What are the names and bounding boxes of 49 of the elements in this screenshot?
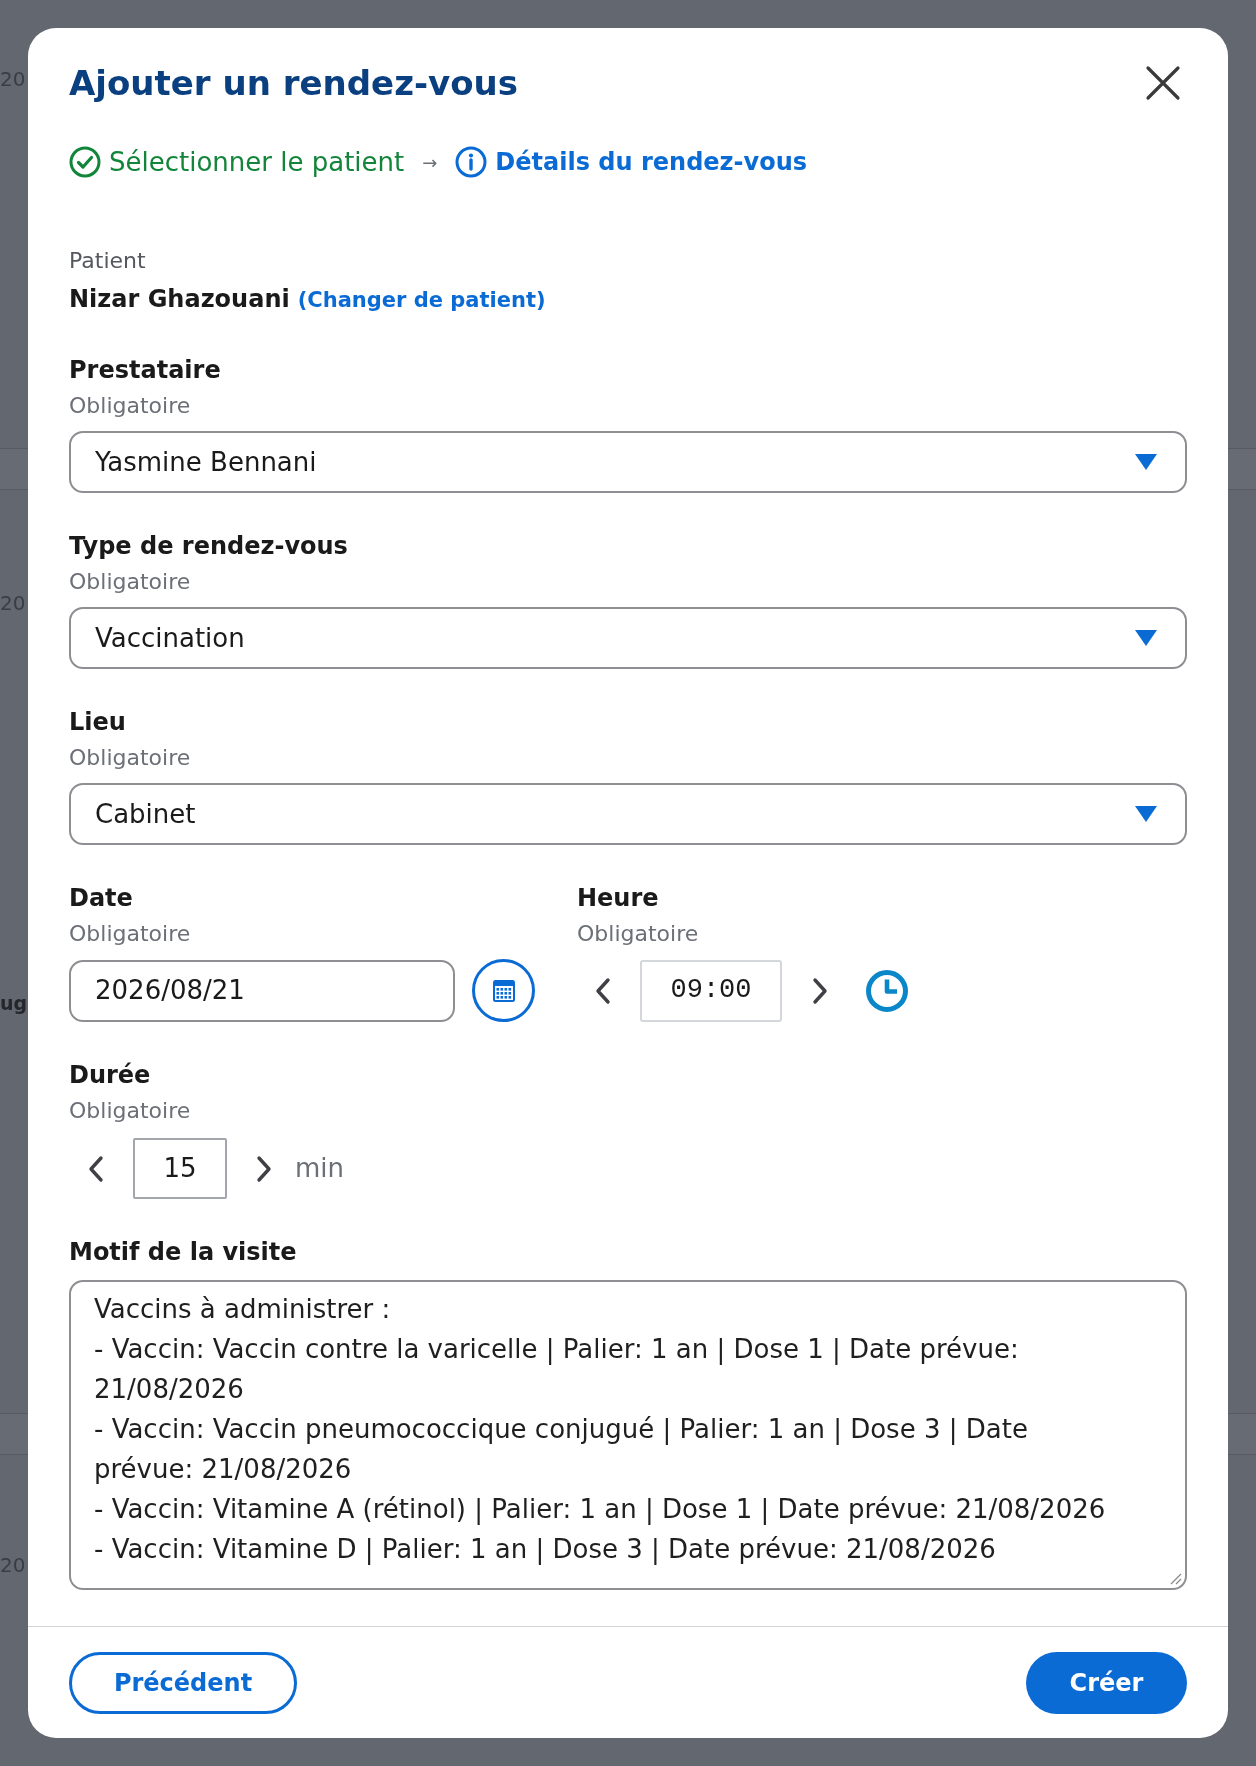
info-icon <box>455 146 488 178</box>
chevron-right-icon <box>811 976 829 1005</box>
field-label: Heure <box>577 883 659 914</box>
date-input-field[interactable]: 2026/08/21 <box>69 959 455 1022</box>
close-icon <box>1145 65 1181 101</box>
create-button[interactable]: Créer <box>1026 1652 1187 1714</box>
field-label: Durée <box>69 1060 151 1091</box>
field-label: Motif de la visite <box>69 1237 297 1268</box>
dropdown-field[interactable]: Cabinet <box>69 783 1187 845</box>
caret-down-icon <box>1135 806 1157 822</box>
field-label: Type de rendez-vous <box>69 531 348 562</box>
caret-down-icon <box>1135 454 1157 470</box>
step-arrow: → <box>422 150 438 175</box>
field-label: Date <box>69 883 133 914</box>
dropdown-field[interactable]: Yasmine Bennani <box>69 431 1187 493</box>
clock-icon <box>866 969 908 1012</box>
required-note: Obligatoire <box>69 568 191 596</box>
required-note: Obligatoire <box>69 744 191 772</box>
next-button[interactable] <box>811 976 829 1005</box>
unit-label: min <box>295 1152 345 1185</box>
time-input-field[interactable]: 09:00 <box>640 959 782 1022</box>
previous-button[interactable] <box>594 976 612 1005</box>
step-label: Sélectionner le patient <box>109 145 405 179</box>
resize-handle-icon[interactable] <box>1168 1571 1182 1585</box>
back-button[interactable]: Précédent <box>69 1652 297 1714</box>
calendar-icon <box>492 979 515 1002</box>
time-picker-button[interactable] <box>866 969 908 1012</box>
textarea-field[interactable]: Vaccins à administrer : - Vaccin: Vaccin contre la varicelle | Palier: 1 an | Dose 1 | Date prévue: 21/08/2026 - Vaccin: Vaccin pneumococcique conjugué | Palier: 1 an | Dose 3 | Date prévue: 21/08/2026 - Vaccin: Vitamine A (rétinol) | Palier: 1 an | Dose 1 | Date prévue: 21/08/2026 - Vaccin: Vitamine D | Palier: 1 an | Dose 3 | Date prévue: 21/08/2026 <box>69 1280 1187 1590</box>
chevron-left-icon <box>87 1154 105 1183</box>
background-text: ug <box>0 991 28 1016</box>
chevron-left-icon <box>594 976 612 1005</box>
patient-name: Nizar Ghazouani <box>69 284 290 315</box>
check-circle-icon <box>69 146 101 178</box>
change-patient-link[interactable]: (Changer de patient) <box>297 282 546 318</box>
increase-button[interactable] <box>255 1154 273 1183</box>
required-note: Obligatoire <box>577 920 699 948</box>
dialog-title: Ajouter un rendez-vous <box>69 62 518 105</box>
dropdown-field[interactable]: Vaccination <box>69 607 1187 669</box>
required-note: Obligatoire <box>69 920 191 948</box>
chevron-right-icon <box>255 1154 273 1183</box>
duration-input-field[interactable]: 15 <box>133 1138 227 1199</box>
caret-down-icon <box>1135 630 1157 646</box>
patient-label: Patient <box>69 247 146 275</box>
field-label: Prestataire <box>69 355 221 386</box>
required-note: Obligatoire <box>69 1097 191 1125</box>
required-note: Obligatoire <box>69 392 191 420</box>
decrease-button[interactable] <box>87 1154 105 1183</box>
step-label: Détails du rendez-vous <box>495 147 808 178</box>
field-label: Lieu <box>69 707 126 738</box>
